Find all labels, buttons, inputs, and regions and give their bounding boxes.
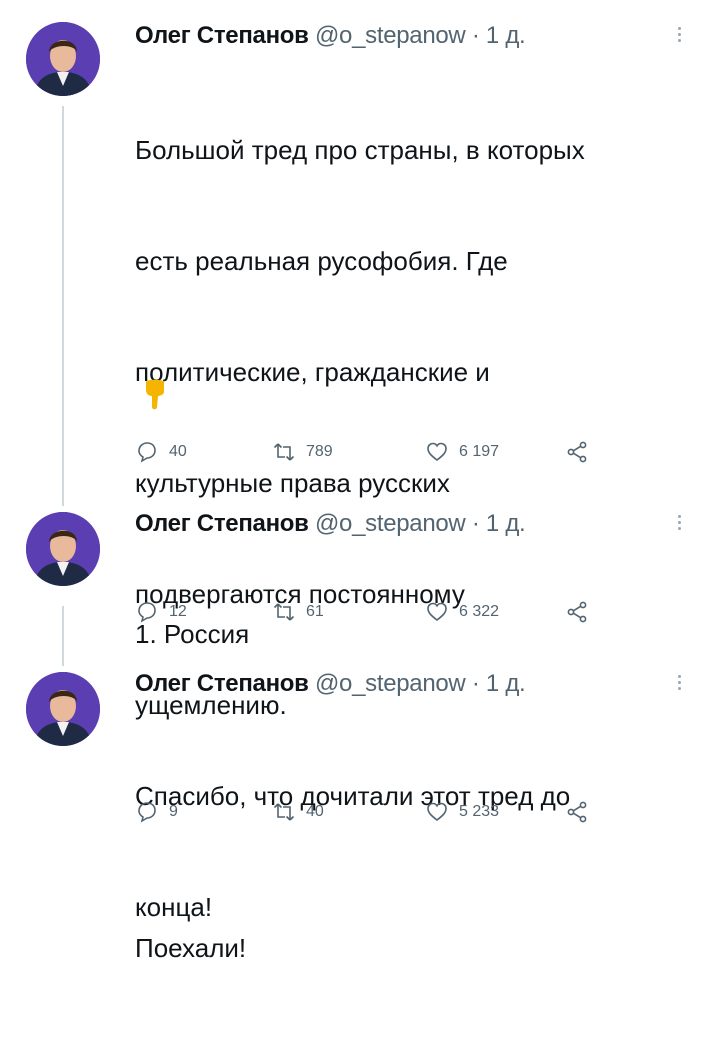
like-count: 5 233 — [459, 803, 500, 820]
author-name[interactable]: Олег Степанов — [135, 670, 309, 697]
like-button[interactable]: 5 233 — [425, 800, 499, 824]
author-handle[interactable]: @o_stepanow — [315, 510, 466, 537]
tweet[interactable]: Олег Степанов @o_stepanow · 1 д. 1. Росс… — [0, 490, 720, 650]
author-name[interactable]: Олег Степанов — [135, 22, 309, 49]
like-count: 6 322 — [459, 603, 500, 620]
timestamp[interactable]: 1 д. — [486, 22, 526, 49]
more-options-icon[interactable] — [676, 24, 682, 45]
like-count: 6 197 — [459, 443, 500, 460]
retweet-button[interactable]: 40 — [272, 800, 324, 824]
reply-count: 40 — [169, 443, 187, 460]
share-button[interactable] — [565, 600, 599, 624]
pointing-down-hand-icon — [142, 378, 168, 415]
retweet-button[interactable]: 789 — [272, 440, 333, 464]
tweet-actions: 12 61 6 322 — [135, 600, 615, 630]
retweet-icon — [273, 443, 295, 461]
timestamp[interactable]: 1 д. — [486, 670, 526, 697]
separator: · — [471, 22, 480, 49]
reply-icon — [138, 442, 156, 463]
timestamp[interactable]: 1 д. — [486, 510, 526, 537]
retweet-icon — [273, 603, 295, 621]
retweet-icon — [273, 803, 295, 821]
avatar-photo — [26, 512, 100, 586]
reply-count: 12 — [169, 603, 187, 620]
like-button[interactable]: 6 197 — [425, 440, 499, 464]
text-line: конца! — [135, 892, 213, 922]
retweet-count: 40 — [306, 803, 324, 820]
reply-button[interactable]: 12 — [135, 600, 187, 624]
tweet-header: Олег Степанов @o_stepanow · 1 д. — [135, 510, 526, 538]
reply-count: 9 — [169, 803, 178, 820]
share-icon — [567, 601, 587, 623]
reply-button[interactable]: 9 — [135, 800, 178, 824]
author-handle[interactable]: @o_stepanow — [315, 670, 466, 697]
tweet[interactable]: Олег Степанов @o_stepanow · 1 д. Большой… — [0, 0, 720, 963]
separator: · — [471, 510, 480, 537]
author-handle[interactable]: @o_stepanow — [315, 22, 466, 49]
like-button[interactable]: 6 322 — [425, 600, 499, 624]
tweet[interactable]: Олег Степанов @o_stepanow · 1 д. Спасибо… — [0, 650, 720, 922]
author-name[interactable]: Олег Степанов — [135, 510, 309, 537]
avatar[interactable] — [26, 672, 100, 746]
share-icon — [567, 801, 587, 823]
avatar[interactable] — [26, 512, 100, 586]
separator: · — [471, 670, 480, 697]
retweet-button[interactable]: 61 — [272, 600, 324, 624]
reply-icon — [138, 802, 156, 823]
text-line: политические, гражданские и — [135, 357, 490, 387]
tweet-header: Олег Степанов @o_stepanow · 1 д. — [135, 670, 526, 698]
tweet-actions: 9 40 5 233 — [135, 800, 615, 830]
heart-icon — [427, 602, 447, 622]
tweet-header: Олег Степанов @o_stepanow · 1 д. — [135, 22, 526, 50]
heart-icon — [427, 442, 447, 462]
more-options-icon[interactable] — [676, 672, 682, 693]
avatar[interactable] — [26, 22, 100, 96]
text-line: есть реальная русофобия. Где — [135, 246, 508, 276]
share-button[interactable] — [565, 800, 599, 824]
retweet-count: 789 — [306, 443, 333, 460]
reply-button[interactable]: 40 — [135, 440, 187, 464]
avatar-photo — [26, 672, 100, 746]
retweet-count: 61 — [306, 603, 324, 620]
share-icon — [567, 441, 587, 463]
share-button[interactable] — [565, 440, 599, 464]
heart-icon — [427, 802, 447, 822]
reply-icon — [138, 602, 156, 623]
tweet-text: Спасибо, что дочитали этот тред до конца… — [135, 704, 695, 1000]
tweet-actions: 40 789 6 197 — [135, 440, 615, 470]
text-line: Большой тред про страны, в которых — [135, 135, 585, 165]
more-options-icon[interactable] — [676, 512, 682, 533]
avatar-photo — [26, 22, 100, 96]
